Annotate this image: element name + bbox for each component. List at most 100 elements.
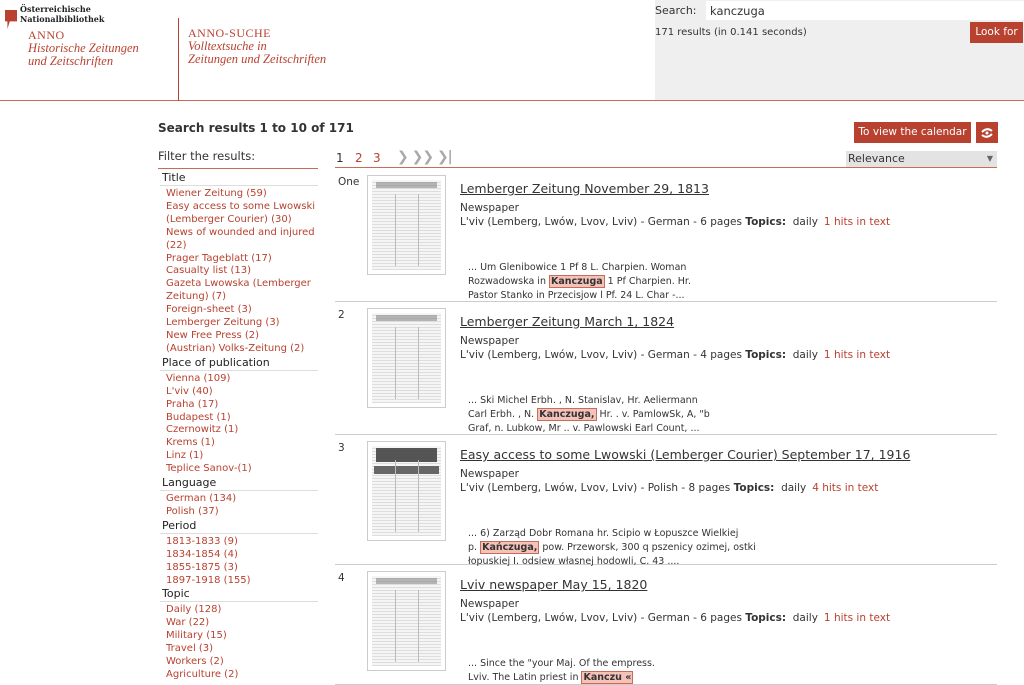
filter-item[interactable]: War (22)	[160, 617, 318, 630]
institution-name[interactable]: Österreichische Nationalbibliothek	[20, 4, 104, 24]
sort-selected-value: Relevance	[848, 152, 905, 165]
filter-item[interactable]: Travel (3)	[160, 643, 318, 656]
filter-item[interactable]: Prager Tageblatt (17)	[160, 253, 318, 266]
result-title-link[interactable]: Lviv newspaper May 15, 1820	[460, 577, 647, 592]
anno-brand[interactable]: ANNO Historische Zeitungen und Zeitschri…	[28, 29, 139, 68]
snippet-line: p. Kańczuga, pow. Przeworsk, 300 q pszen…	[468, 541, 997, 555]
institution-line2: Nationalbibliothek	[20, 14, 105, 24]
snippet-line: Carl Erbh. , N. Kanczuga, Hr. . v. Pamlo…	[468, 408, 997, 422]
result-type: Newspaper	[460, 202, 519, 214]
search-input[interactable]	[706, 1, 1024, 20]
filter-item[interactable]: German (134)	[160, 493, 318, 506]
filter-item[interactable]: Praha (17)	[160, 399, 318, 412]
result-title-link[interactable]: Lemberger Zeitung March 1, 1824	[460, 314, 674, 329]
search-term-highlight: Kanczuga	[548, 275, 605, 288]
topics-label: Topics:	[745, 349, 787, 361]
filter-item[interactable]: Vienna (109)	[160, 373, 318, 386]
filter-item[interactable]: (Austrian) Volks-Zeitung (2)	[160, 343, 318, 356]
result-thumbnail[interactable]	[367, 571, 446, 671]
snippet-text: Hr. . v. PamlowSk, A, "b	[596, 409, 710, 420]
search-term-highlight: Kańczuga,	[480, 541, 540, 554]
snippet-text: p.	[468, 542, 481, 553]
search-panel: Search: 171 results (in 0.141 seconds) L…	[655, 0, 1024, 100]
filter-item[interactable]: Krems (1)	[160, 437, 318, 450]
search-term-highlight: Kanczuga,	[537, 408, 597, 421]
hits-in-text-link[interactable]: 1 hits in text	[824, 612, 890, 624]
newspaper-page-image	[372, 313, 441, 403]
page-link-3[interactable]: 3	[373, 151, 381, 165]
filter-sidebar: Title Wiener Zeitung (59) Easy access to s…	[160, 171, 318, 682]
result-snippet: ... Um Glenibowice 1 Pf 8 L. Charpien. W…	[468, 261, 997, 303]
result-meta-text: L'viv (Lemberg, Lwów, Lvov, Lviv) - Germ…	[460, 612, 742, 624]
header-divider	[178, 18, 179, 101]
page-next-arrows-icon[interactable]: ❯ ❯❯ ❯|	[397, 149, 453, 165]
result-number: 2	[338, 309, 345, 321]
snippet-text: 1 Pf Charpien. Hr.	[604, 276, 691, 287]
filter-item[interactable]: L'viv (40)	[160, 386, 318, 399]
result-number: 4	[338, 572, 345, 584]
filter-item[interactable]: Workers (2)	[160, 656, 318, 669]
result-meta: L'viv (Lemberg, Lwów, Lvov, Lviv) - Poli…	[460, 482, 997, 494]
hits-in-text-link[interactable]: 4 hits in text	[812, 482, 878, 494]
filter-item[interactable]: Teplice Sanov-(1)	[160, 463, 318, 476]
snippet-line: ... Since the "your Maj. Of the empress.	[468, 658, 655, 669]
filter-item[interactable]: Lemberger Zeitung (3)	[160, 317, 318, 330]
filter-item[interactable]: Linz (1)	[160, 450, 318, 463]
page-link-2[interactable]: 2	[355, 151, 363, 165]
hits-in-text-link[interactable]: 1 hits in text	[824, 349, 890, 361]
snippet-line: Graf, n. Lubkow, Mr .. v. Pawlowski Earl…	[468, 423, 700, 434]
snippet-text: pow. Przeworsk, 300 q pszenicy ozimej, o…	[539, 542, 756, 553]
result-item: 4 Lviv newspaper May 15, 1820 Newspaper …	[335, 565, 997, 685]
topics-value: daily	[792, 349, 818, 361]
result-type: Newspaper	[460, 335, 519, 347]
result-title-link[interactable]: Lemberger Zeitung November 29, 1813	[460, 181, 709, 196]
result-meta-text: L'viv (Lemberg, Lwów, Lvov, Lviv) - Poli…	[460, 482, 731, 494]
filter-item[interactable]: 1897-1918 (155)	[160, 575, 318, 588]
anno-brand-sub2: und Zeitschriften	[28, 54, 114, 68]
filter-item[interactable]: 1813-1833 (9)	[160, 536, 318, 549]
result-item: One Lemberger Zeitung November 29, 1813 …	[335, 169, 997, 302]
filter-item[interactable]: News of wounded and injured (22)	[160, 227, 318, 253]
result-thumbnail[interactable]	[367, 441, 446, 541]
filter-item[interactable]: New Free Press (2)	[160, 330, 318, 343]
result-item: 3 Easy access to some Lwowski (Lemberger…	[335, 435, 997, 567]
filter-item[interactable]: Military (15)	[160, 630, 318, 643]
result-number: One	[338, 176, 360, 188]
filter-item[interactable]: Daily (128)	[160, 604, 318, 617]
result-number: 3	[338, 442, 345, 454]
snippet-text: Carl Erbh. , N.	[468, 409, 538, 420]
filter-group-title: Topic	[160, 587, 318, 603]
result-thumbnail[interactable]	[367, 308, 446, 408]
result-snippet: ... Ski Michel Erbh. , N. Stanislav, Hr.…	[468, 394, 997, 436]
look-for-button[interactable]: Look for	[970, 22, 1023, 43]
filter-group-title: Language	[160, 476, 318, 492]
filter-item[interactable]: Casualty list (13)	[160, 265, 318, 278]
filter-item[interactable]: 1855-1875 (3)	[160, 562, 318, 575]
topics-label: Topics:	[745, 612, 787, 624]
filter-item[interactable]: Gazeta Lwowska (Lemberger Zeitung) (7)	[160, 278, 318, 304]
filter-group-title: Period	[160, 519, 318, 534]
result-meta: L'viv (Lemberg, Lwów, Lvov, Lviv) - Germ…	[460, 612, 997, 624]
filter-item[interactable]: Wiener Zeitung (59)	[160, 188, 318, 201]
filter-item[interactable]: Polish (37)	[160, 506, 318, 519]
snippet-line: ... Ski Michel Erbh. , N. Stanislav, Hr.…	[468, 395, 698, 406]
hits-in-text-link[interactable]: 1 hits in text	[824, 216, 890, 228]
result-thumbnail[interactable]	[367, 175, 446, 275]
sync-icon[interactable]	[976, 122, 998, 143]
filter-item[interactable]: Budapest (1)	[160, 412, 318, 425]
filter-item[interactable]: 1834-1854 (4)	[160, 549, 318, 562]
filter-group-title: Place of publication	[160, 356, 318, 371]
result-title-link[interactable]: Easy access to some Lwowski (Lemberger C…	[460, 447, 910, 462]
view-calendar-button[interactable]: To view the calendar	[854, 122, 971, 143]
onb-logo-icon[interactable]	[5, 10, 17, 29]
snippet-text: Rozwadowska in	[468, 276, 549, 287]
result-meta: L'viv (Lemberg, Lwów, Lvov, Lviv) - Germ…	[460, 216, 997, 228]
filter-item[interactable]: Czernowitz (1)	[160, 424, 318, 437]
sort-select[interactable]: Relevance ▼	[846, 151, 997, 167]
snippet-text: Lviv. The Latin priest in	[468, 672, 582, 683]
filter-item[interactable]: Foreign-sheet (3)	[160, 304, 318, 317]
filter-group-title: Title	[160, 171, 318, 186]
anno-suche-brand[interactable]: ANNO-SUCHE Volltextsuche in Zeitungen un…	[188, 27, 326, 66]
result-snippet: ... 6) Zarząd Dobr Romana hr. Scipio w Ł…	[468, 527, 997, 569]
filter-item[interactable]: Easy access to some Lwowski (Lemberger C…	[160, 201, 318, 227]
